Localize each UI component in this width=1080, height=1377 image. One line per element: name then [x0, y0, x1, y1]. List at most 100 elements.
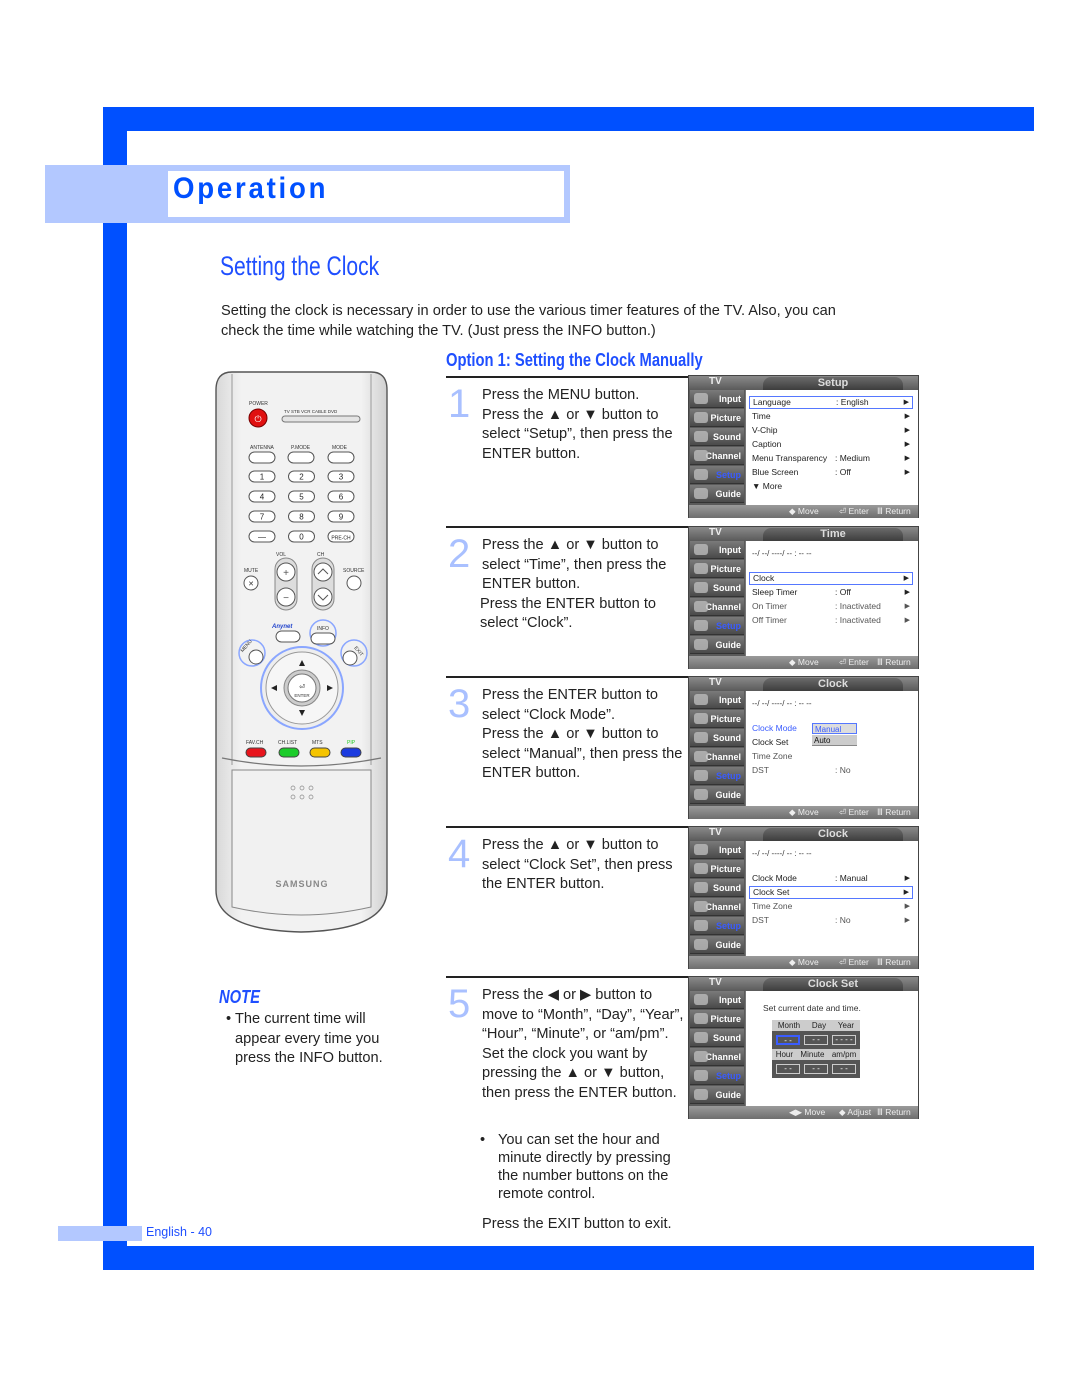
osd-menu-item[interactable]: Sleep Timer: Off ▶ [749, 586, 913, 599]
osd-nav-guide[interactable]: Guide [690, 485, 744, 503]
anynet-button[interactable] [275, 630, 301, 643]
osd-title: Setup [763, 377, 903, 390]
date-field[interactable]: - - [804, 1035, 828, 1045]
osd-nav-guide[interactable]: Guide [690, 936, 744, 954]
osd-nav-picture[interactable]: Picture [690, 710, 744, 728]
osd-nav-setup[interactable]: Setup [690, 617, 744, 635]
osd-nav-channel[interactable]: Channel [690, 1048, 744, 1066]
osd-nav-input[interactable]: Input [690, 691, 744, 709]
osd-item-label: Clock Set [753, 887, 790, 897]
time-field[interactable]: - - [776, 1064, 800, 1074]
chlist-button[interactable] [278, 747, 300, 758]
osd-nav-setup[interactable]: Setup [690, 466, 744, 484]
osd-nav-picture[interactable]: Picture [690, 560, 744, 578]
osd-menu-item[interactable]: On Timer: Inactivated ▶ [749, 600, 913, 613]
source-button[interactable] [346, 575, 362, 591]
guide-icon [694, 789, 708, 800]
osd-nav-setup[interactable]: Setup [690, 767, 744, 785]
favch-button[interactable] [245, 747, 267, 758]
osd-nav-channel[interactable]: Channel [690, 748, 744, 766]
ch-label: CH [317, 552, 325, 558]
osd-menu-item[interactable]: Clock ▶ [749, 572, 913, 585]
osd-menu-item[interactable]: Time Zone [749, 750, 913, 763]
digit-label: 5 [299, 493, 304, 502]
osd-nav-picture[interactable]: Picture [690, 409, 744, 427]
channel-icon [694, 1051, 708, 1062]
time-field[interactable]: - - [804, 1064, 828, 1074]
step-number: 3 [448, 682, 471, 726]
input-icon [694, 694, 708, 705]
mts-button[interactable] [309, 747, 331, 758]
osd-menu-item[interactable]: ▼ More [749, 480, 913, 493]
osd-nav-channel[interactable]: Channel [690, 447, 744, 465]
osd-menu-item[interactable]: V-Chip ▶ [749, 424, 913, 437]
osd-menu-item[interactable]: DST: No ▶ [749, 914, 913, 927]
osd-menu-item[interactable]: Menu Transparency: Medium ▶ [749, 452, 913, 465]
osd-nav-picture[interactable]: Picture [690, 860, 744, 878]
osd-nav-label: Channel [705, 902, 741, 912]
pip-label: PIP [347, 740, 356, 746]
clockset-grid: Month Day Year - - - - - - - - Hour Minute am/pm… [772, 1020, 860, 1078]
osd-item-value: : Off [835, 467, 851, 477]
antenna-button[interactable] [248, 451, 276, 464]
osd-menu-item[interactable]: Blue Screen: Off ▶ [749, 466, 913, 479]
osd-nav-input[interactable]: Input [690, 841, 744, 859]
step-number: 5 [448, 982, 471, 1026]
osd-menu-item[interactable]: Language: English ▶ [749, 396, 913, 409]
pip-button[interactable] [340, 747, 362, 758]
osd-title: Clock [763, 828, 903, 841]
osd-nav-guide[interactable]: Guide [690, 786, 744, 804]
osd-nav-input[interactable]: Input [690, 541, 744, 559]
osd-menu-item[interactable]: Time Zone ▶ [749, 900, 913, 913]
exit-button[interactable] [342, 650, 358, 666]
osd-menu-item[interactable]: Off Timer: Inactivated ▶ [749, 614, 913, 627]
digit-label: 7 [260, 513, 265, 522]
osd-menu-item[interactable]: DST: No [749, 764, 913, 777]
osd-nav-label: Sound [713, 1033, 741, 1043]
osd-menu-item[interactable]: Time ▶ [749, 410, 913, 423]
osd-nav-sound[interactable]: Sound [690, 729, 744, 747]
osd-nav-channel[interactable]: Channel [690, 898, 744, 916]
dropdown-option-manual[interactable]: Manual [812, 723, 857, 734]
enter-label: ENTER [294, 693, 310, 698]
date-field[interactable]: - - - - [832, 1035, 856, 1045]
ch-down-button[interactable] [313, 587, 333, 607]
osd-nav-guide[interactable]: Guide [690, 636, 744, 654]
step-number: 4 [448, 832, 471, 876]
mode-button[interactable] [327, 451, 355, 464]
osd-nav-sound[interactable]: Sound [690, 579, 744, 597]
ch-up-button[interactable] [313, 562, 333, 582]
osd-menu-item[interactable]: Clock Set ▶ [749, 886, 913, 899]
osd-nav-input[interactable]: Input [690, 991, 744, 1009]
osd-item-label: Caption [752, 439, 782, 449]
osd-nav-picture[interactable]: Picture [690, 1010, 744, 1028]
osd-nav-channel[interactable]: Channel [690, 598, 744, 616]
osd-nav-setup[interactable]: Setup [690, 1067, 744, 1085]
osd-menu-item[interactable]: Clock Mode: Manual ▶ [749, 872, 913, 885]
info-button[interactable] [310, 632, 336, 645]
step-2: 2 Press the ▲ or ▼ button to select “Tim… [446, 526, 690, 666]
digit-label: 3 [339, 473, 344, 482]
osd-nav-sound[interactable]: Sound [690, 428, 744, 446]
channel-icon [694, 601, 708, 612]
step-line: Press the ▲ or ▼ button to select “Manua… [482, 726, 683, 781]
digit-label: 6 [339, 493, 344, 502]
osd-footer: ◆ Move ⏎ Enter Ⅲ Return [689, 505, 918, 518]
osd-item-label: Language [753, 397, 791, 407]
osd-nav-setup[interactable]: Setup [690, 917, 744, 935]
sound-icon [694, 882, 708, 893]
osd-nav-label: Channel [705, 451, 741, 461]
dropdown-option-auto[interactable]: Auto [812, 735, 857, 746]
menu-button[interactable] [248, 649, 264, 665]
osd-nav-input[interactable]: Input [690, 390, 744, 408]
osd-nav-guide[interactable]: Guide [690, 1086, 744, 1104]
osd-nav-sound[interactable]: Sound [690, 1029, 744, 1047]
date-field[interactable]: - - [776, 1035, 800, 1045]
osd-nav-sound[interactable]: Sound [690, 879, 744, 897]
digit-label: 9 [339, 513, 344, 522]
time-field[interactable]: - - [832, 1064, 856, 1074]
mute-icon: ✕ [248, 581, 254, 588]
arrow-right-icon: ▶ [903, 889, 909, 896]
pmode-button[interactable] [287, 451, 315, 464]
osd-menu-item[interactable]: Caption ▶ [749, 438, 913, 451]
